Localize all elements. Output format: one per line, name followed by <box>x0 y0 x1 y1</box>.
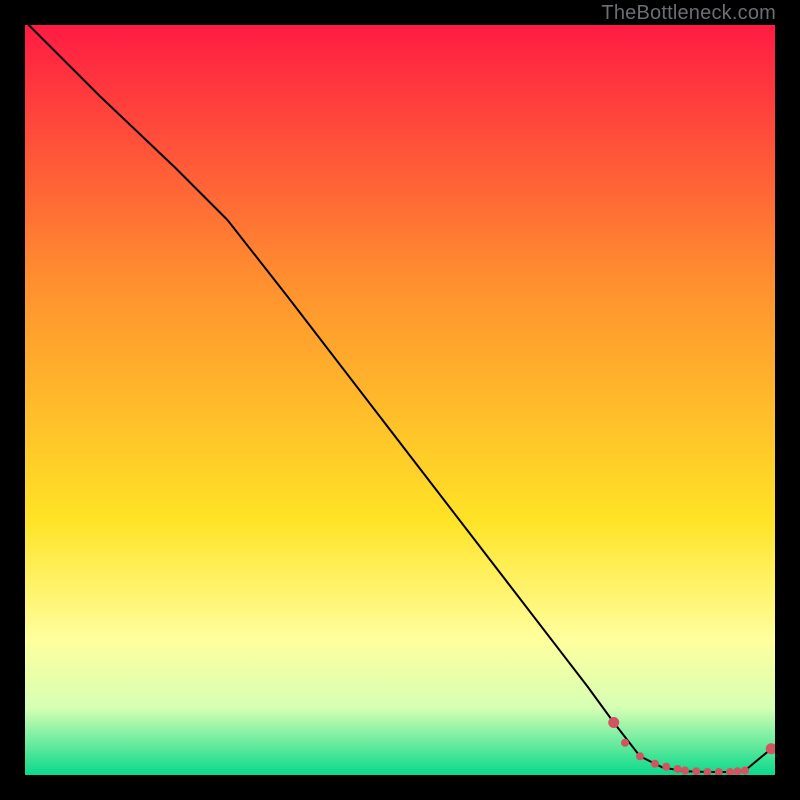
marker-point <box>621 739 629 747</box>
marker-point <box>674 765 682 773</box>
marker-point <box>692 767 700 775</box>
marker-point <box>651 760 659 768</box>
marker-point <box>636 752 644 760</box>
gradient-background <box>25 25 775 775</box>
marker-point <box>662 763 670 771</box>
marker-point <box>741 767 749 775</box>
chart-canvas <box>25 25 775 775</box>
marker-point <box>608 717 619 728</box>
marker-point <box>681 767 689 775</box>
attribution-label: TheBottleneck.com <box>601 2 776 25</box>
chart-stage: TheBottleneck.com <box>0 0 800 800</box>
marker-point <box>734 767 742 775</box>
